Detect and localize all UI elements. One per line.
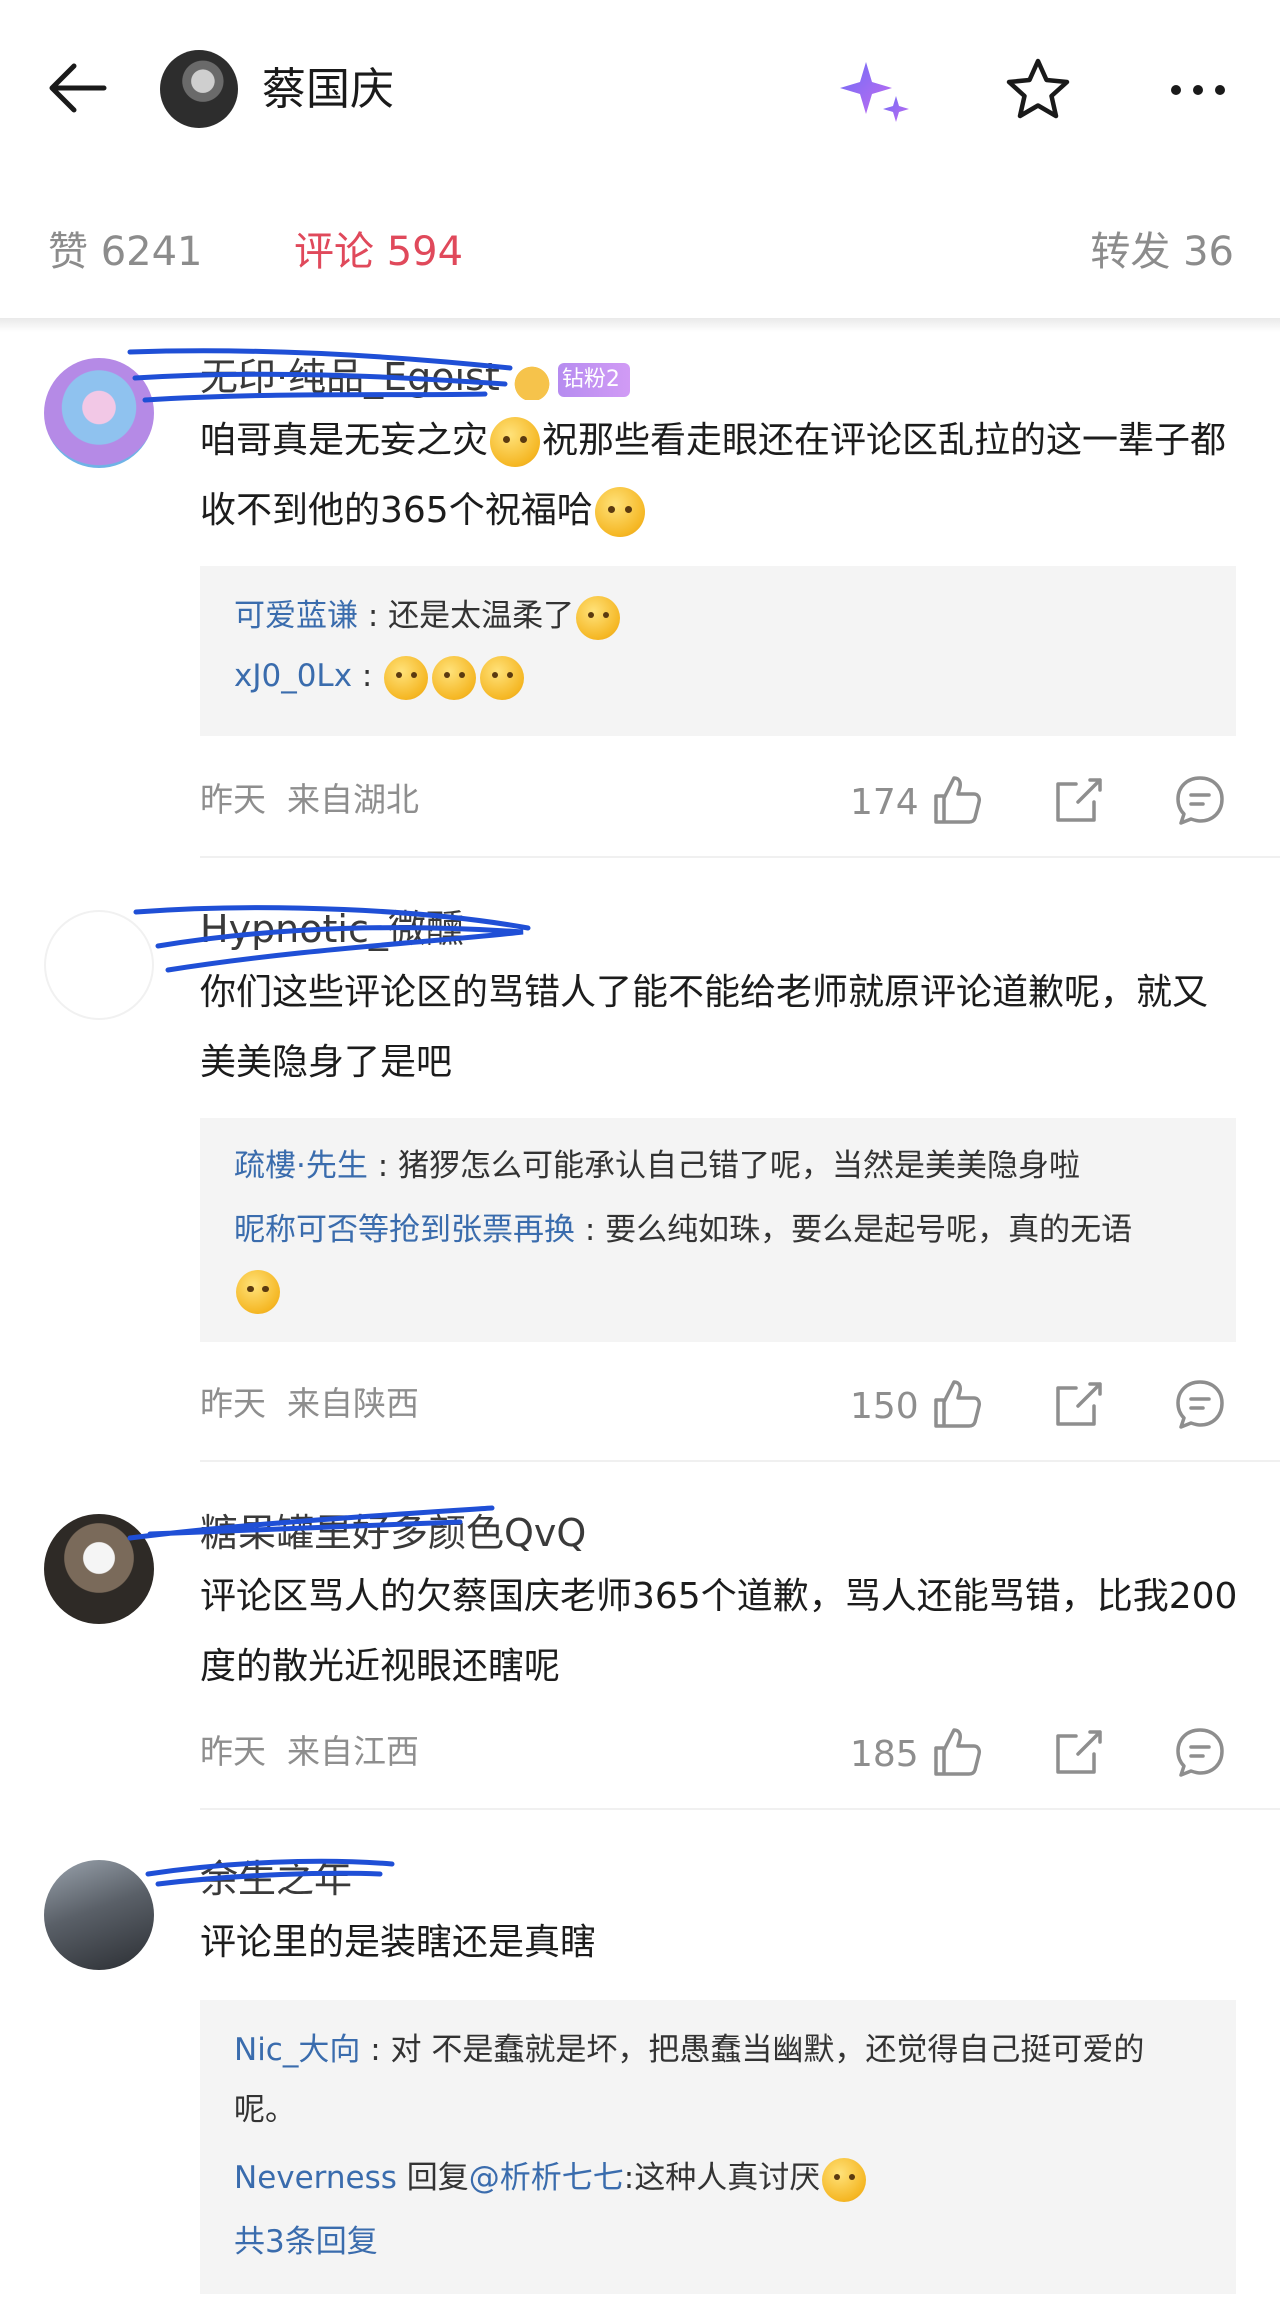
crown-icon [511,359,552,400]
reply-username[interactable]: Nic_大向 [234,2032,360,2068]
share-button[interactable] [1050,1376,1106,1432]
like-button[interactable] [928,1376,984,1432]
reply-preview[interactable]: Nic_大向 : 对 不是蠢就是坏，把愚蠢当幽默，还觉得自己挺可爱的呢。 Nev… [200,2000,1236,2294]
divider [200,1808,1280,1810]
comment-time: 昨天 [200,780,266,819]
reply-item: 可爱蓝谦 : 还是太温柔了 [234,586,622,646]
comment-icon [1176,776,1224,825]
reply-text: : 还是太温柔了 [358,598,575,634]
fan-badge: 钻粉2 [557,362,630,397]
reply-text: : [352,658,383,694]
reply-username[interactable]: xJ0_0Lx [234,658,352,694]
like-count: 174 [850,782,919,823]
sparkle-icon [840,62,909,122]
username-text: 无印·纯品_Egoist [200,355,500,399]
comment-text: 评论里的是装瞎还是真瞎 [200,1922,597,1963]
avatar[interactable] [44,910,154,1020]
emoji-icon [384,655,429,700]
emoji-icon [480,655,525,700]
reply-text: : 对 不是蠢就是坏，把愚蠢当幽默，还觉得自己挺可爱的呢。 [234,2032,1145,2128]
share-button[interactable] [1050,1724,1106,1780]
ai-sparkle-button[interactable] [836,58,916,128]
page-title: 蔡国庆 [262,64,394,115]
comment-username[interactable]: 糖果罐里好多颜色QvQ [200,1508,586,1558]
favorite-button[interactable] [1004,56,1072,124]
comment-text: 咱哥真是无妄之灾 祝那些看走眼还在评论区乱拉的这一辈子都收不到他的365个祝福哈 [200,406,1240,546]
divider [200,1460,1280,1462]
share-icon [1056,1730,1102,1774]
reply-text: :这种人真讨厌 [623,2160,821,2196]
reply-username[interactable]: 疏樓·先生 [234,1148,368,1184]
comment-text-part: 咱哥真是无妄之灾 [200,420,489,461]
reply-item: 疏樓·先生 : 猪猡怎么可能承认自己错了呢，当然是美美隐身啦 [234,1136,1080,1196]
reply-text: : 要么纯如珠，要么是起号呢，真的无语 [575,1212,1133,1248]
reply-preview[interactable]: 可爱蓝谦 : 还是太温柔了 xJ0_0Lx : [200,566,1236,736]
emoji-icon [822,2157,867,2202]
thumbs-up-icon [934,1380,981,1428]
reply-button[interactable] [1172,1724,1228,1780]
star-icon [1006,58,1070,119]
more-replies-link[interactable]: 共3条回复 [234,2212,378,2272]
share-icon [1056,1382,1102,1426]
reply-button[interactable] [1172,1376,1228,1432]
tab-likes[interactable]: 赞 6241 [48,222,203,282]
comment-meta: 昨天 来自陕西 [200,1380,419,1428]
reply-item: 昵称可否等抢到张票再换 : 要么纯如珠，要么是起号呢，真的无语 [234,1200,1204,1320]
reply-button[interactable] [1172,772,1228,828]
emoji-icon [432,655,477,700]
comment-username[interactable]: 余生之年 [200,1854,352,1904]
more-icon [1171,85,1225,95]
reply-item: Neverness 回复@析析七七:这种人真讨厌 [234,2148,868,2208]
avatar[interactable] [44,1514,154,1624]
reply-item: Nic_大向 : 对 不是蠢就是坏，把愚蠢当幽默，还觉得自己挺可爱的呢。 [234,2020,1204,2140]
emoji-icon [490,417,541,467]
comment-location: 来自江西 [286,1732,419,1771]
share-button[interactable] [1050,772,1106,828]
avatar[interactable] [44,358,154,468]
reply-username[interactable]: 昵称可否等抢到张票再换 [234,1212,575,1248]
comment-meta: 昨天 来自湖北 [200,776,419,824]
reply-mention[interactable]: @析析七七 [469,2160,624,2196]
reply-verb: 回复 [396,2160,469,2196]
like-button[interactable] [928,1724,984,1780]
emoji-icon [236,1269,280,1314]
back-arrow-icon [49,63,107,113]
emoji-icon [576,595,621,640]
reply-username[interactable]: Neverness [234,2160,397,2196]
tabs-divider [0,318,1280,332]
back-button[interactable] [42,52,122,132]
comment-text: 评论区骂人的欠蔡国庆老师365个道歉，骂人还能骂错，比我200度的散光近视眼还瞎… [200,1576,1238,1687]
header-avatar[interactable] [160,50,238,128]
comment-meta: 昨天 来自江西 [200,1728,419,1776]
like-count: 150 [850,1386,919,1427]
comment-icon [1176,1728,1224,1777]
avatar[interactable] [44,1860,154,1970]
thumbs-up-icon [934,1728,981,1776]
comment-text: 你们这些评论区的骂错人了能不能给老师就原评论道歉呢，就又美美隐身了是吧 [200,972,1209,1083]
comment-time: 昨天 [200,1384,266,1423]
comment-username[interactable]: 无印·纯品_Egoist 钻粉2 [200,352,630,402]
tab-comments[interactable]: 评论 594 [294,222,463,282]
reply-preview[interactable]: 疏樓·先生 : 猪猡怎么可能承认自己错了呢，当然是美美隐身啦 昵称可否等抢到张票… [200,1118,1236,1342]
comment-location: 来自陕西 [286,1384,419,1423]
share-icon [1056,778,1102,822]
like-button[interactable] [928,772,984,828]
thumbs-up-icon [934,776,981,824]
comment-username[interactable]: Hypnotic_微醺 [200,904,464,954]
reply-text: : 猪猡怎么可能承认自己错了呢，当然是美美隐身啦 [367,1148,1081,1184]
tab-reposts[interactable]: 转发 36 [1090,222,1234,282]
reply-item: xJ0_0Lx : [234,646,526,706]
more-options-button[interactable] [1166,70,1230,110]
like-count: 185 [850,1734,919,1775]
reply-username[interactable]: 可爱蓝谦 [234,598,358,634]
comment-location: 来自湖北 [286,780,419,819]
comment-icon [1176,1380,1224,1429]
emoji-icon [594,487,645,537]
divider [200,856,1280,858]
comment-time: 昨天 [200,1732,266,1771]
